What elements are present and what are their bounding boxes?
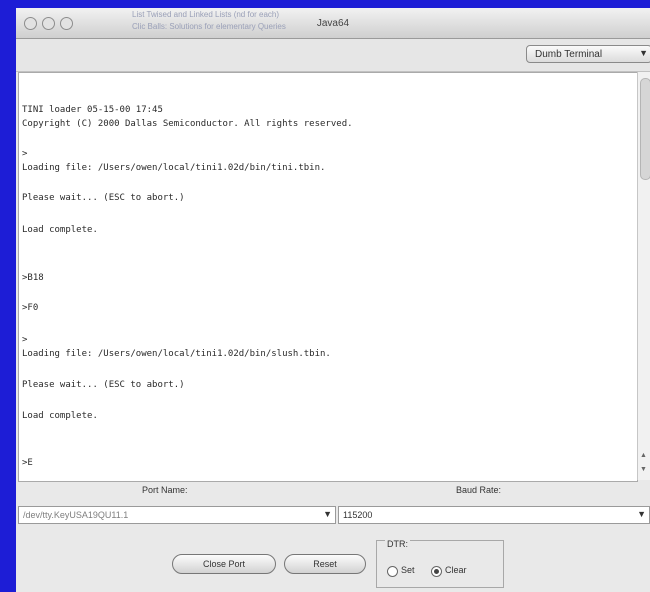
dtr-clear-radio[interactable] — [431, 566, 442, 577]
dtr-clear-label: Clear — [445, 565, 467, 575]
dtr-set-radio[interactable] — [387, 566, 398, 577]
console-scrollbar[interactable]: ▲ ▼ — [637, 72, 650, 480]
port-name-select[interactable]: /dev/tty.KeyUSA19QU11.1 ▼ — [18, 506, 336, 524]
reset-button[interactable]: Reset — [284, 554, 366, 574]
console-line: TINI loader 05-15-00 17:45 — [22, 105, 163, 115]
console-line: Please wait... (ESC to abort.) — [22, 193, 185, 203]
terminal-mode-label: Dumb Terminal — [535, 49, 603, 60]
baud-rate-value: 115200 — [343, 510, 373, 520]
chevron-down-icon: ▼ — [323, 509, 332, 519]
console-line: >F0 — [22, 303, 39, 313]
baud-rate-select[interactable]: 115200 ▼ — [338, 506, 650, 524]
terminal-console[interactable]: TINI loader 05-15-00 17:45 Copyright (C)… — [18, 72, 638, 482]
console-line: Load complete. — [22, 411, 98, 421]
window-title: Java64 — [316, 18, 350, 29]
dtr-group: DTR: Set Clear — [376, 539, 504, 588]
chevron-down-icon: ▼ — [639, 48, 648, 58]
console-line: > — [22, 335, 28, 345]
console-line: >E — [22, 458, 33, 468]
radio-selected-dot — [434, 569, 439, 574]
terminal-mode-popup[interactable]: Dumb Terminal ▼ — [526, 45, 650, 63]
scroll-up-icon[interactable]: ▲ — [640, 452, 647, 459]
baud-rate-label: Baud Rate: — [456, 485, 502, 495]
chevron-down-icon: ▼ — [637, 509, 646, 519]
console-line: >B18 — [22, 273, 44, 283]
toolbar: Dumb Terminal ▼ — [16, 39, 650, 72]
console-line: Loading file: /Users/owen/local/tini1.02… — [22, 349, 331, 359]
scrollbar-thumb[interactable] — [640, 78, 650, 180]
console-line: Load complete. — [22, 225, 98, 235]
port-name-label: Port Name: — [142, 485, 188, 495]
dtr-set-label: Set — [401, 565, 415, 575]
console-line: > — [22, 149, 28, 159]
close-port-button[interactable]: Close Port — [172, 554, 276, 574]
console-line: Please wait... (ESC to abort.) — [22, 380, 185, 390]
terminal-window: List Twised and Linked Lists (nd for eac… — [16, 8, 650, 592]
port-name-value: /dev/tty.KeyUSA19QU11.1 — [23, 510, 129, 520]
dtr-label: DTR: — [385, 539, 410, 549]
scroll-down-icon[interactable]: ▼ — [640, 466, 647, 473]
title-bar[interactable]: List Twised and Linked Lists (nd for eac… — [16, 8, 650, 39]
console-line: Copyright (C) 2000 Dallas Semiconductor.… — [22, 119, 353, 129]
console-line: Loading file: /Users/owen/local/tini1.02… — [22, 163, 326, 173]
